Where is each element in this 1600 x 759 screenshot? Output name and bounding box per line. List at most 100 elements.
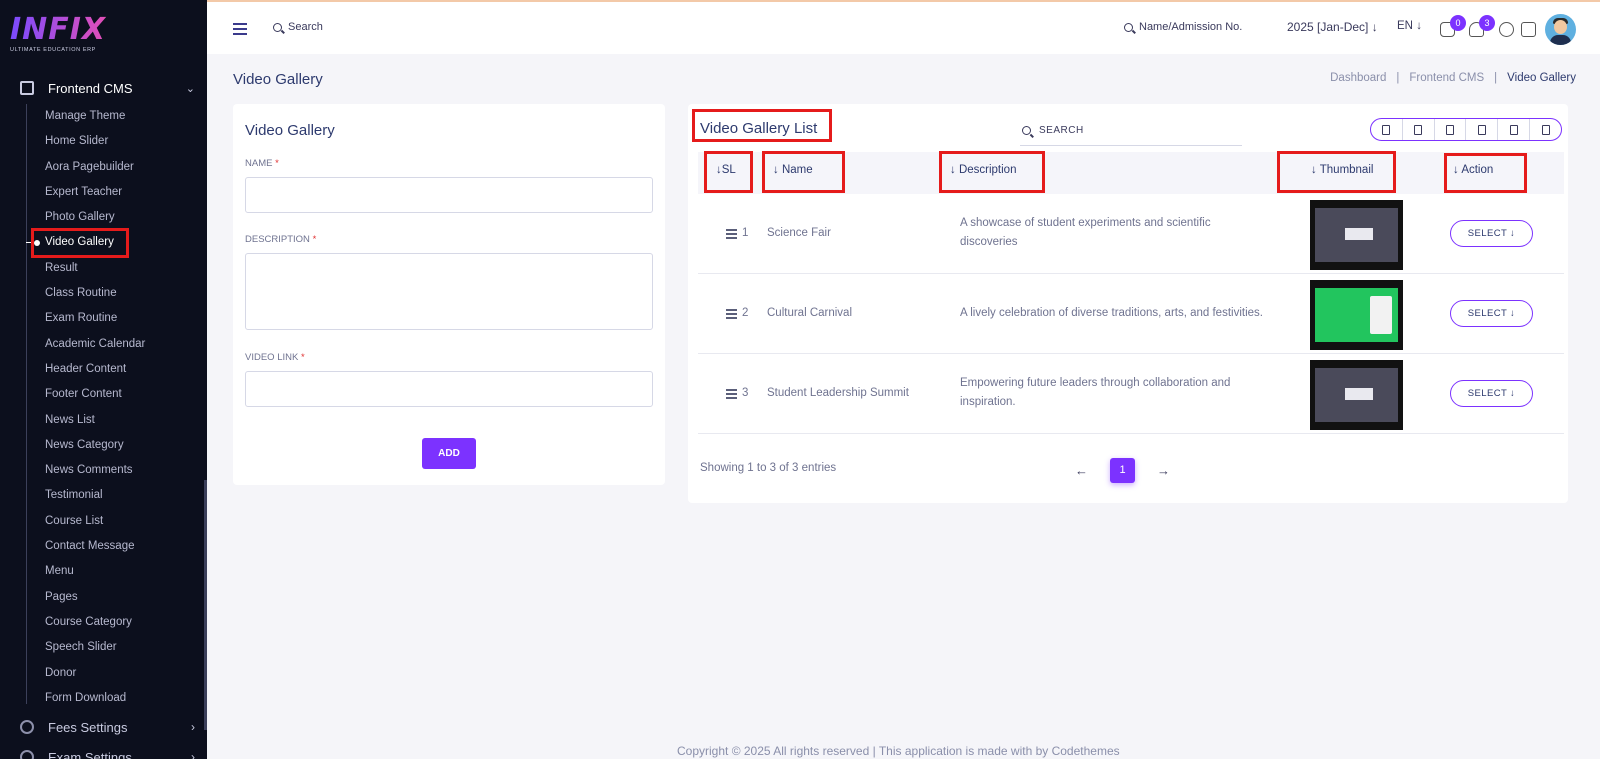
- sidebar-item-form-download[interactable]: Form Download: [27, 686, 206, 711]
- prev-page-button[interactable]: ←: [1075, 463, 1088, 478]
- required-mark: *: [312, 234, 317, 245]
- sidebar-item-testimonial[interactable]: Testimonial: [27, 483, 206, 508]
- language-select[interactable]: EN ↓: [1397, 20, 1422, 32]
- sidebar-group-exam-settings[interactable]: Exam Settings ›: [20, 746, 195, 759]
- sidebar-item-expert-teacher[interactable]: Expert Teacher: [27, 180, 206, 205]
- sidebar-group-frontend-cms[interactable]: Frontend CMS ⌄: [20, 77, 195, 99]
- search-icon: [1124, 22, 1133, 32]
- table-row: 1 Science Fair A showcase of student exp…: [698, 194, 1564, 274]
- sidebar-scrollbar[interactable]: [204, 480, 207, 730]
- sidebar-item-contact-message[interactable]: Contact Message: [27, 534, 206, 559]
- logo-tagline: ULTIMATE EDUCATION ERP: [10, 47, 96, 53]
- export-toolbar: [1370, 118, 1562, 141]
- footer-copyright: Copyright © 2025 All rights reserved | T…: [677, 744, 1120, 758]
- admission-search[interactable]: Name/Admission No.: [1124, 21, 1242, 33]
- thumbnail-popup: [1345, 228, 1373, 240]
- sidebar-item-speech-slider[interactable]: Speech Slider: [27, 635, 206, 660]
- chevron-down-icon: ⌄: [185, 82, 195, 95]
- sidebar-item-aora-pagebuilder[interactable]: Aora Pagebuilder: [27, 155, 206, 180]
- sidebar-item-course-category[interactable]: Course Category: [27, 610, 206, 635]
- sidebar-item-news-list[interactable]: News List: [27, 408, 206, 433]
- sidebar-item-header-content[interactable]: Header Content: [27, 357, 206, 382]
- app-logo[interactable]: INFIX ULTIMATE EDUCATION ERP: [10, 14, 110, 58]
- sidebar-item-class-routine[interactable]: Class Routine: [27, 281, 206, 306]
- drag-handle-icon[interactable]: [726, 229, 737, 241]
- row-description: A lively celebration of diverse traditio…: [960, 307, 1263, 319]
- breadcrumb-separator: |: [1396, 72, 1400, 84]
- sidebar-item-exam-routine[interactable]: Exam Routine: [27, 306, 206, 331]
- sidebar-item-news-comments[interactable]: News Comments: [27, 458, 206, 483]
- description-field[interactable]: [245, 253, 653, 330]
- drag-handle-icon[interactable]: [726, 309, 737, 321]
- add-button[interactable]: ADD: [422, 438, 476, 469]
- sidebar-group-label: Exam Settings: [48, 749, 132, 759]
- global-search[interactable]: Search: [273, 21, 323, 33]
- row-thumbnail[interactable]: [1310, 200, 1403, 270]
- csv-button[interactable]: [1435, 119, 1467, 140]
- avatar-body: [1550, 35, 1571, 45]
- copy-button[interactable]: [1371, 119, 1403, 140]
- select-action-label: SELECT: [1467, 228, 1507, 239]
- sidebar-item-donor[interactable]: Donor: [27, 661, 206, 686]
- pdf-button[interactable]: [1466, 119, 1499, 140]
- session-select[interactable]: 2025 [Jan-Dec] ↓: [1287, 20, 1378, 34]
- thumbnail-popup: [1370, 296, 1392, 334]
- avatar[interactable]: [1545, 14, 1576, 45]
- table-search-input[interactable]: SEARCH: [1020, 116, 1242, 146]
- select-action-button[interactable]: SELECT ↓: [1450, 380, 1533, 407]
- highlight-box: [704, 151, 753, 193]
- message-count-badge: 0: [1450, 15, 1466, 31]
- logo-mark: INFIX: [10, 14, 110, 46]
- menu-toggle-icon[interactable]: [233, 23, 247, 35]
- video-link-field[interactable]: [245, 371, 653, 407]
- sidebar-item-result[interactable]: Result: [27, 256, 206, 281]
- sidebar-group-fees-settings[interactable]: Fees Settings ›: [20, 716, 195, 738]
- sidebar-submenu: Manage Theme Home Slider Aora Pagebuilde…: [26, 104, 206, 704]
- row-thumbnail[interactable]: [1310, 360, 1403, 430]
- sidebar-item-photo-gallery[interactable]: Photo Gallery: [27, 205, 206, 230]
- excel-button[interactable]: [1403, 119, 1435, 140]
- drag-handle-icon[interactable]: [726, 389, 737, 401]
- select-action-label: SELECT: [1467, 308, 1507, 319]
- sidebar-item-academic-calendar[interactable]: Academic Calendar: [27, 332, 206, 357]
- next-page-button[interactable]: →: [1157, 463, 1170, 478]
- table-row: 2 Cultural Carnival A lively celebration…: [698, 274, 1564, 354]
- sidebar-item-pages[interactable]: Pages: [27, 585, 206, 610]
- sidebar-item-menu[interactable]: Menu: [27, 559, 206, 584]
- search-icon: [1022, 126, 1031, 135]
- video-link-label: VIDEO LINK *: [245, 352, 305, 363]
- row-name: Cultural Carnival: [767, 307, 853, 319]
- entries-info: Showing 1 to 3 of 3 entries: [700, 462, 837, 474]
- breadcrumb-current: Video Gallery: [1507, 72, 1576, 84]
- list-title: Video Gallery List: [700, 120, 818, 137]
- name-field[interactable]: [245, 177, 653, 213]
- select-action-button[interactable]: SELECT ↓: [1450, 220, 1533, 247]
- admission-search-label: Name/Admission No.: [1139, 21, 1243, 33]
- video-link-label-text: VIDEO LINK: [245, 352, 299, 363]
- sidebar-item-home-slider[interactable]: Home Slider: [27, 129, 206, 154]
- sidebar-item-news-category[interactable]: News Category: [27, 433, 206, 458]
- breadcrumb-dashboard[interactable]: Dashboard: [1330, 72, 1386, 84]
- language-value: EN: [1397, 20, 1413, 32]
- video-gallery-form: Video Gallery NAME * DESCRIPTION * VIDEO…: [233, 104, 665, 485]
- breadcrumb-separator: |: [1494, 72, 1498, 84]
- breadcrumb-frontend-cms[interactable]: Frontend CMS: [1409, 72, 1484, 84]
- print-button[interactable]: [1498, 119, 1531, 140]
- select-action-button[interactable]: SELECT ↓: [1450, 300, 1533, 327]
- thumbnail-popup: [1345, 388, 1373, 400]
- page-button-current[interactable]: 1: [1110, 458, 1135, 483]
- table-search-placeholder: SEARCH: [1039, 125, 1084, 136]
- row-thumbnail[interactable]: [1310, 280, 1403, 350]
- sidebar-item-course-list[interactable]: Course List: [27, 509, 206, 534]
- chevron-right-icon: ›: [191, 750, 195, 759]
- arrow-down-icon: ↓: [1371, 20, 1378, 34]
- sidebar-item-manage-theme[interactable]: Manage Theme: [27, 104, 206, 129]
- print-icon: [1509, 124, 1518, 135]
- columns-button[interactable]: [1530, 119, 1561, 140]
- arrow-down-icon: ↓: [1416, 20, 1422, 32]
- report-icon[interactable]: [1521, 22, 1536, 37]
- row-name: Student Leadership Summit: [767, 387, 909, 399]
- table-row: 3 Student Leadership Summit Empowering f…: [698, 354, 1564, 434]
- globe-icon[interactable]: [1499, 22, 1514, 37]
- sidebar-item-footer-content[interactable]: Footer Content: [27, 382, 206, 407]
